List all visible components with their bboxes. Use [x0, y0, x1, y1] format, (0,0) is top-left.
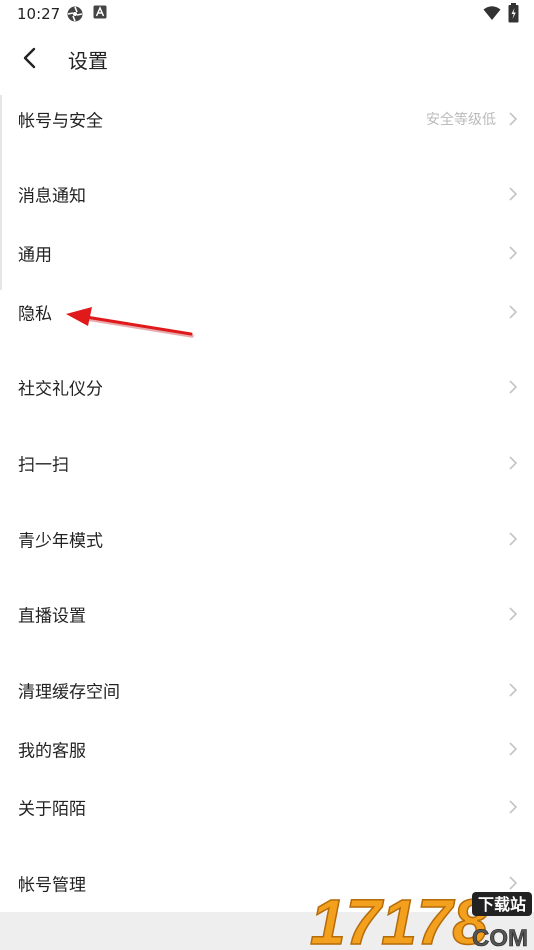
chevron-right-icon — [509, 800, 518, 814]
settings-row-notifications[interactable]: 消息通知 — [0, 165, 534, 223]
aperture-icon — [67, 6, 83, 22]
chevron-right-icon — [509, 380, 518, 394]
watermark-text: 下载站 — [478, 895, 526, 914]
security-level-text: 安全等级低 — [426, 112, 496, 128]
watermark-number: 17178 — [310, 886, 488, 950]
page-title: 设置 — [68, 49, 108, 73]
settings-row-scan[interactable]: 扫一扫 — [0, 434, 534, 492]
chevron-right-icon — [509, 456, 518, 470]
row-label: 青少年模式 — [18, 531, 103, 552]
status-bar: 10:27 — [0, 0, 534, 28]
row-label: 帐号管理 — [18, 875, 86, 896]
settings-row-account-security[interactable]: 帐号与安全 安全等级低 — [0, 90, 534, 148]
row-label: 隐私 — [18, 304, 52, 325]
row-label: 通用 — [18, 245, 52, 266]
wifi-icon — [483, 6, 501, 20]
settings-row-privacy[interactable]: 隐私 — [0, 283, 534, 341]
row-label: 消息通知 — [18, 186, 86, 207]
chevron-left-icon — [23, 47, 36, 69]
settings-row-live-settings[interactable]: 直播设置 — [0, 585, 534, 643]
row-label: 帐号与安全 — [18, 111, 103, 132]
row-label: 扫一扫 — [18, 455, 69, 476]
font-a-icon — [93, 5, 107, 19]
settings-row-social-etiquette[interactable]: 社交礼仪分 — [0, 358, 534, 416]
chevron-right-icon — [509, 532, 518, 546]
chevron-right-icon — [509, 305, 518, 319]
status-time: 10:27 — [17, 5, 61, 23]
chevron-right-icon — [509, 187, 518, 201]
row-label: 直播设置 — [18, 606, 86, 627]
chevron-right-icon — [509, 246, 518, 260]
chevron-right-icon — [509, 742, 518, 756]
row-label: 社交礼仪分 — [18, 379, 103, 400]
chevron-right-icon — [509, 607, 518, 621]
row-label: 关于陌陌 — [18, 799, 86, 820]
settings-row-about[interactable]: 关于陌陌 — [0, 778, 534, 836]
header: 设置 — [0, 36, 534, 80]
watermark-logo-icon: 17178 下载站 COM — [309, 885, 532, 950]
settings-row-customer-service[interactable]: 我的客服 — [0, 720, 534, 778]
back-button[interactable] — [14, 42, 46, 74]
chevron-right-icon — [509, 683, 518, 697]
watermark-logo: 17178 下载站 COM — [309, 885, 534, 950]
battery-icon — [508, 3, 519, 23]
settings-row-general[interactable]: 通用 — [0, 224, 534, 282]
watermark-domain: COM — [472, 925, 528, 950]
settings-row-teen-mode[interactable]: 青少年模式 — [0, 510, 534, 568]
chevron-right-icon — [509, 112, 518, 126]
row-label: 我的客服 — [18, 741, 86, 762]
row-label: 清理缓存空间 — [18, 682, 120, 703]
settings-row-clear-cache[interactable]: 清理缓存空间 — [0, 661, 534, 719]
